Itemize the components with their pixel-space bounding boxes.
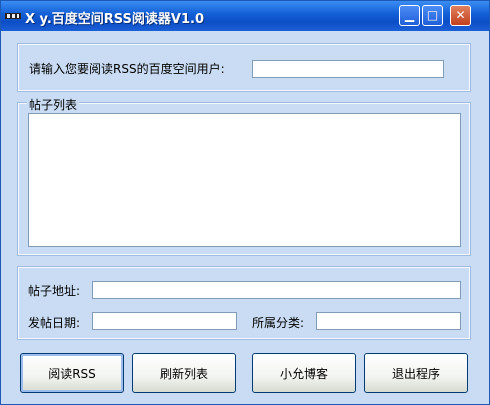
app-window: X y.百度空间RSS阅读器V1.0 ▁ □ ✕ 请输入您要阅读RSS的百度空间…: [0, 0, 490, 405]
post-address-input[interactable]: [92, 281, 461, 299]
read-rss-button[interactable]: 阅读RSS: [20, 353, 124, 393]
username-input[interactable]: [252, 60, 444, 78]
posts-list-group: 帖子列表: [17, 96, 471, 256]
category-label: 所属分类:: [252, 316, 305, 330]
category-input[interactable]: [316, 312, 461, 330]
post-date-label: 发帖日期:: [28, 316, 81, 330]
window-title: X y.百度空间RSS阅读器V1.0: [25, 12, 205, 27]
close-icon: ✕: [455, 8, 466, 22]
posts-listbox[interactable]: [28, 113, 461, 247]
app-icon: [5, 13, 21, 19]
exit-button[interactable]: 退出程序: [364, 353, 468, 393]
user-input-group: 请输入您要阅读RSS的百度空间用户:: [17, 43, 471, 92]
post-address-label: 帖子地址:: [28, 284, 81, 298]
post-details-group: 帖子地址: 发帖日期: 所属分类:: [17, 266, 471, 340]
minimize-icon: ▁: [404, 8, 415, 22]
title-bar[interactable]: X y.百度空间RSS阅读器V1.0 ▁ □ ✕: [1, 1, 489, 31]
blog-button[interactable]: 小允博客: [252, 353, 356, 393]
refresh-list-button[interactable]: 刷新列表: [132, 353, 236, 393]
maximize-icon: □: [426, 8, 439, 22]
username-prompt-label: 请输入您要阅读RSS的百度空间用户:: [29, 62, 225, 76]
post-date-input[interactable]: [92, 312, 237, 330]
maximize-button[interactable]: □: [422, 5, 443, 26]
posts-list-legend: 帖子列表: [27, 96, 80, 113]
minimize-button[interactable]: ▁: [399, 5, 420, 26]
close-button[interactable]: ✕: [450, 5, 471, 26]
